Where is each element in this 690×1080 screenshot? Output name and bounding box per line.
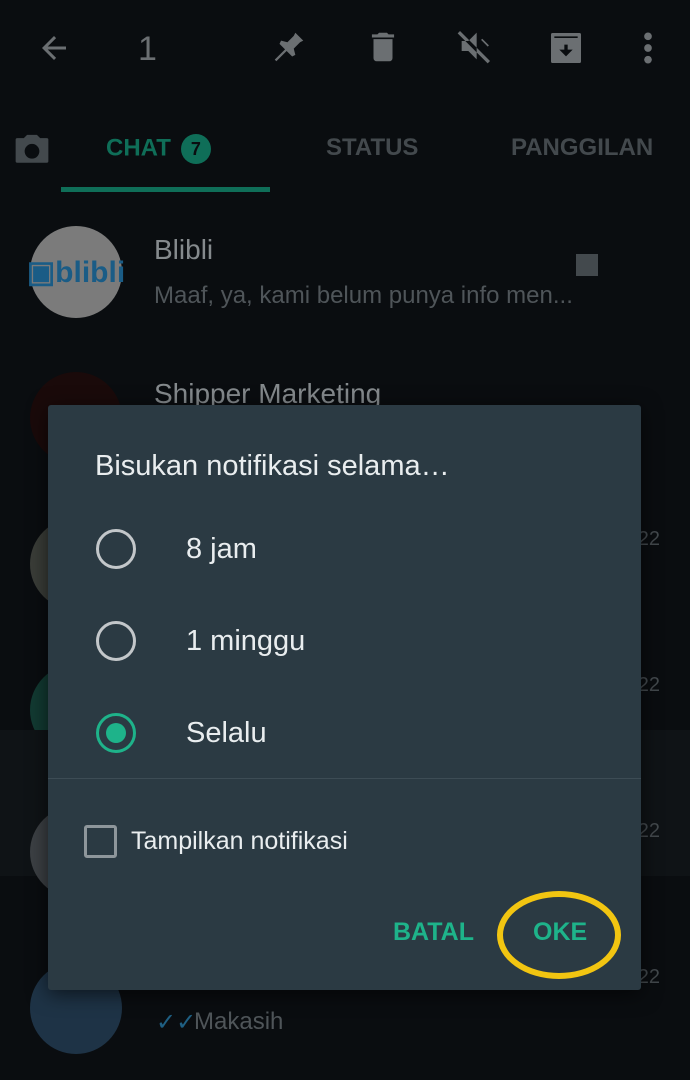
option-label: Selalu (186, 716, 267, 749)
pin-icon[interactable] (270, 28, 308, 66)
checkbox-label: Tampilkan notifikasi (131, 827, 348, 855)
delete-icon[interactable] (364, 28, 402, 66)
divider (48, 778, 641, 779)
radio-button[interactable] (96, 621, 136, 661)
highlight-ring (497, 891, 621, 979)
dialog-title: Bisukan notifikasi selama… (95, 450, 450, 482)
option-label: 1 minggu (186, 624, 306, 657)
option-label: 8 jam (186, 532, 257, 565)
chat-row[interactable]: ▣blibli Blibli Maaf, ya, kami belum puny… (0, 146, 690, 318)
status-icon (576, 254, 598, 276)
option-8-hours[interactable]: 8 jam (96, 519, 257, 579)
checkbox[interactable] (84, 825, 117, 858)
chat-time: 22 (637, 674, 660, 696)
chat-time: 22 (637, 966, 660, 988)
selection-toolbar: 1 (0, 0, 690, 95)
chat-message: Makasih (194, 1008, 284, 1035)
selected-count: 1 (138, 30, 157, 68)
radio-button-selected[interactable] (96, 713, 136, 753)
mute-icon[interactable] (455, 26, 495, 66)
cancel-button[interactable]: BATAL (393, 918, 474, 947)
option-always[interactable]: Selalu (96, 703, 267, 763)
show-notifications-checkbox[interactable]: Tampilkan notifikasi (84, 825, 348, 858)
more-vert-icon[interactable] (636, 28, 660, 68)
chat-time: 22 (637, 528, 660, 550)
read-ticks-icon: ✓✓ (156, 1009, 197, 1036)
archive-icon[interactable] (546, 28, 586, 68)
chat-time: 22 (637, 820, 660, 842)
chat-name: Blibli (154, 234, 214, 265)
option-1-week[interactable]: 1 minggu (96, 611, 305, 671)
radio-button[interactable] (96, 529, 136, 569)
back-arrow-icon[interactable] (36, 30, 72, 66)
